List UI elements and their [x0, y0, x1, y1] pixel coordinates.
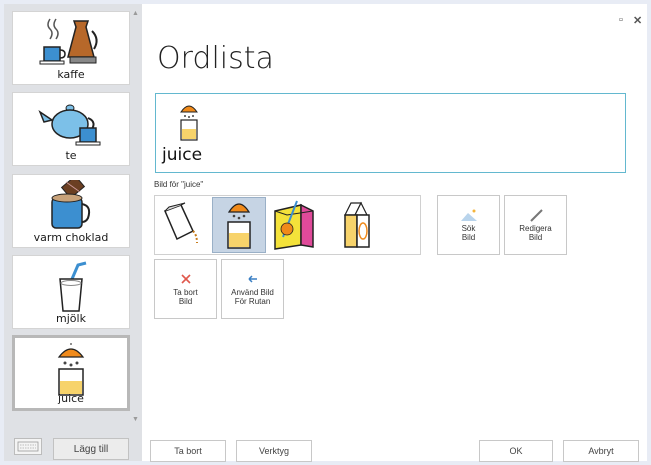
word-tile-label: te	[65, 149, 77, 162]
ok-button[interactable]: OK	[479, 440, 553, 462]
word-tile-varm-choklad[interactable]: varm choklad	[12, 174, 130, 248]
word-tile-label: juice	[58, 392, 84, 405]
close-icon[interactable]: ✕	[633, 14, 642, 27]
edit-image-line2: Bild	[528, 233, 543, 242]
edit-image-button[interactable]: Redigera Bild	[504, 195, 567, 255]
remove-image-line1: Ta bort	[173, 288, 198, 297]
word-list-panel: kaffe te varm choklad mjölk juice ▲ ▼ Lä…	[4, 4, 142, 461]
carton-pour-icon	[164, 202, 198, 244]
sidebar-footer: Lägg till	[4, 424, 142, 461]
vocabulary-dialog: ▫ ✕ Ordlista juice Bild för "juice" Sök …	[142, 4, 647, 462]
juice-carton-icon	[344, 201, 370, 248]
images-caption: Bild för "juice"	[154, 180, 204, 189]
tools-button[interactable]: Verktyg	[236, 440, 312, 462]
word-tile-label: mjölk	[56, 312, 86, 325]
hot-chocolate-icon	[51, 180, 91, 229]
maximize-icon[interactable]: ▫	[619, 14, 623, 26]
teapot-icon	[38, 104, 101, 146]
word-tile-mjolk[interactable]: mjölk	[12, 255, 130, 329]
image-option-juice-carton[interactable]	[331, 197, 385, 253]
cancel-button[interactable]: Avbryt	[563, 440, 639, 462]
use-image-line1: Använd Bild	[231, 288, 274, 297]
image-option-juice[interactable]	[212, 197, 266, 253]
remove-image-button[interactable]: Ta bort Bild	[154, 259, 217, 319]
entry-word: juice	[162, 145, 203, 165]
juice-icon	[57, 343, 85, 396]
sidebar-scrollbar[interactable]: ▲ ▼	[130, 4, 140, 424]
image-option-carton-pour[interactable]	[157, 197, 211, 253]
search-image-line2: Bild	[461, 233, 476, 242]
arrow-left-icon	[247, 275, 257, 283]
remove-image-line2: Bild	[178, 297, 193, 306]
scroll-up-arrow-icon[interactable]: ▲	[132, 10, 139, 17]
word-tile-label: kaffe	[57, 68, 85, 81]
milk-glass-icon	[59, 261, 87, 312]
landscape-icon	[460, 209, 477, 221]
word-editor-field[interactable]: juice	[155, 93, 626, 173]
use-image-for-cell-button[interactable]: Använd Bild För Rutan	[221, 259, 284, 319]
juice-icon	[227, 203, 251, 249]
image-options-row	[154, 195, 421, 255]
edit-image-line1: Redigera	[519, 224, 552, 233]
search-image-button[interactable]: Sök Bild	[437, 195, 500, 255]
image-option-juice-box[interactable]	[269, 197, 323, 253]
word-tile-te[interactable]: te	[12, 92, 130, 166]
keyboard-icon[interactable]	[14, 438, 42, 455]
delete-x-icon	[180, 274, 191, 284]
page-title: Ordlista	[157, 41, 274, 76]
word-tile-kaffe[interactable]: kaffe	[12, 11, 130, 85]
scroll-down-arrow-icon[interactable]: ▼	[132, 416, 139, 423]
pencil-icon	[529, 209, 543, 222]
juice-box-icon	[274, 200, 314, 250]
delete-button[interactable]: Ta bort	[150, 440, 226, 462]
add-word-button[interactable]: Lägg till	[53, 438, 129, 460]
juice-icon	[180, 105, 198, 141]
use-image-line2: För Rutan	[234, 297, 271, 306]
coffee-pot-icon	[39, 18, 98, 65]
word-tile-juice[interactable]: juice	[12, 335, 130, 411]
word-tile-label: varm choklad	[33, 231, 109, 244]
search-image-line1: Sök	[461, 224, 476, 233]
